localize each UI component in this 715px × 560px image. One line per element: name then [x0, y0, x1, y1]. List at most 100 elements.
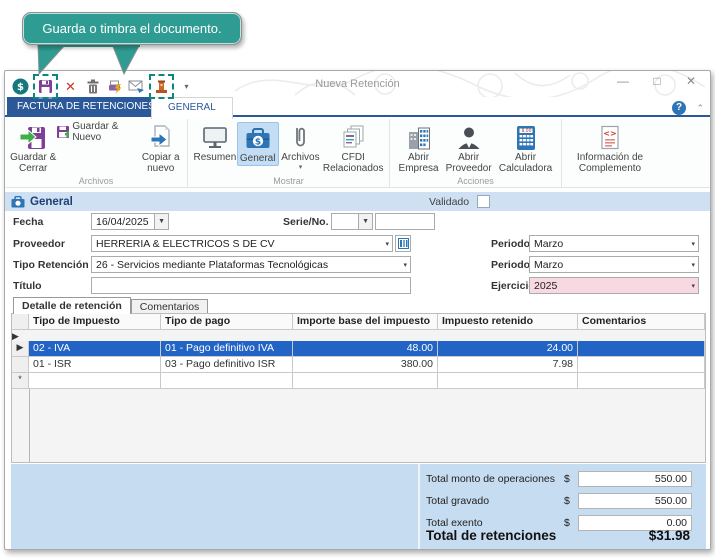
column-header-tipo-impuesto[interactable]: Tipo de Impuesto: [29, 314, 161, 330]
tooltip-text: Guarda o timbra el documento.: [42, 21, 221, 36]
ribbon: Guardar & Cerrar Guardar & Nuevo Copiar …: [5, 119, 710, 188]
titulo-input[interactable]: [91, 277, 411, 294]
ejercicio-combobox[interactable]: 2025 ▾: [529, 277, 699, 294]
validado-checkbox[interactable]: [477, 195, 490, 208]
abrir-proveedor-button[interactable]: Abrir Proveedor: [442, 122, 495, 175]
total-monto-label: Total monto de operaciones: [426, 473, 564, 485]
general-section-bar: General Validado: [5, 192, 710, 211]
ribbon-tab-bar: FACTURA DE RETENCIONES GENERAL ? ⌃: [5, 97, 710, 117]
tipo-retencion-dropdown-icon[interactable]: ▾: [400, 261, 410, 269]
titulo-label: Título: [13, 280, 42, 292]
periodo-final-combobox[interactable]: Marzo ▾: [529, 256, 699, 273]
archivos-button[interactable]: Archivos ▾: [279, 122, 323, 171]
stamp-highlight-box: [149, 74, 174, 99]
guardar-cerrar-button[interactable]: Guardar & Cerrar: [10, 122, 56, 175]
informacion-complemento-button[interactable]: <> Información de Complemento: [567, 122, 653, 175]
svg-text:$: $: [17, 82, 24, 93]
save-icon[interactable]: [36, 77, 55, 96]
group-label-acciones: Acciones: [390, 176, 561, 186]
save-new-icon: [56, 125, 69, 140]
column-header-tipo-pago[interactable]: Tipo de pago: [161, 314, 293, 330]
minimize-button[interactable]: —: [614, 74, 632, 88]
column-header-impuesto-retenido[interactable]: Impuesto retenido: [438, 314, 578, 330]
group-label-archivos: Archivos: [5, 176, 187, 186]
copy-new-icon: [148, 123, 174, 153]
ribbon-group-mostrar: Resumen $ General Archivos ▾: [188, 119, 390, 187]
paperclip-icon: [287, 123, 313, 153]
column-header-comentarios[interactable]: Comentarios: [578, 314, 705, 330]
total-monto-value[interactable]: 550.00: [578, 471, 692, 487]
briefcase-icon: $: [245, 124, 271, 154]
qat-overflow-icon[interactable]: ▾: [177, 77, 196, 96]
maximize-button[interactable]: □: [648, 74, 666, 88]
numero-input[interactable]: [375, 213, 435, 230]
person-icon: [456, 123, 482, 153]
monitor-icon: [202, 123, 228, 153]
abrir-calculadora-button[interactable]: 8,00 Abrir Calculadora: [495, 122, 556, 175]
grid-corner-cell: [12, 314, 29, 330]
serie-dropdown-icon[interactable]: ▼: [359, 218, 372, 225]
close-button[interactable]: ✕: [682, 74, 700, 88]
group-label-mostrar: Mostrar: [188, 176, 389, 186]
validado-label: Validado: [429, 196, 469, 208]
nueva-retencion-window: Nueva Retención — □ ✕ $ ✕: [4, 70, 711, 550]
proveedor-combobox[interactable]: HERRERIA & ELECTRICOS S DE CV ▾: [91, 235, 393, 252]
detail-tab-bar: Detalle de retención Comentarios: [13, 297, 208, 314]
save-highlight-box: [33, 74, 58, 99]
new-row-marker[interactable]: *: [12, 373, 29, 389]
print-timbrar-icon[interactable]: [105, 77, 124, 96]
general-button[interactable]: $ General: [237, 122, 279, 166]
stamp-document-icon[interactable]: [152, 77, 171, 96]
currency-symbol: $: [564, 473, 578, 485]
collapse-ribbon-icon[interactable]: ⌃: [696, 103, 704, 114]
cfdi-relacionados-button[interactable]: CFDI Relacionados: [322, 122, 384, 175]
proveedor-dropdown-icon[interactable]: ▾: [382, 240, 392, 248]
periodo-inicial-combobox[interactable]: Marzo ▾: [529, 235, 699, 252]
section-briefcase-icon: [11, 196, 25, 208]
serie-combobox[interactable]: ▼: [331, 213, 373, 230]
save-close-icon: [19, 123, 47, 153]
svg-text:$: $: [255, 138, 261, 148]
fecha-dropdown-icon[interactable]: ▼: [155, 218, 168, 225]
tooltip-tail-arrows: [20, 44, 180, 76]
building-icon: [406, 123, 432, 153]
svg-text:8,00: 8,00: [521, 128, 531, 134]
copiar-nuevo-button[interactable]: Copiar a nuevo: [139, 122, 182, 175]
ribbon-group-acciones: Abrir Empresa Abrir Proveedor 8,00: [390, 119, 562, 187]
total-retenciones-label: Total de retenciones: [426, 528, 556, 543]
browse-grid-icon: [398, 238, 409, 249]
complement-info-icon: <>: [598, 123, 622, 153]
tab-detalle-de-retencion[interactable]: Detalle de retención: [13, 297, 131, 314]
row-selector[interactable]: ▶: [12, 341, 29, 357]
abrir-empresa-button[interactable]: Abrir Empresa: [395, 122, 442, 175]
cancel-icon[interactable]: ✕: [61, 77, 80, 96]
calculator-icon: 8,00: [514, 123, 538, 153]
column-header-importe-base[interactable]: Importe base del impuesto: [293, 314, 438, 330]
proveedor-browse-button[interactable]: [395, 235, 411, 252]
archivos-dropdown-icon: ▾: [299, 164, 303, 171]
total-retenciones-value: $31.98: [649, 528, 692, 543]
tipo-retencion-combobox[interactable]: 26 - Servicios mediante Plataformas Tecn…: [91, 256, 411, 273]
tab-factura-de-retenciones[interactable]: FACTURA DE RETENCIONES: [7, 97, 165, 117]
help-icon[interactable]: ?: [672, 101, 686, 115]
svg-text:<>: <>: [603, 129, 616, 138]
send-email-icon[interactable]: [127, 77, 146, 96]
ejercicio-dropdown-icon[interactable]: ▾: [688, 282, 698, 290]
tab-general[interactable]: GENERAL: [151, 97, 233, 119]
fecha-combobox[interactable]: 16/04/2025 ▼: [91, 213, 169, 230]
delete-trash-icon[interactable]: [83, 77, 102, 96]
stacked-documents-icon: [340, 123, 366, 153]
retencion-grid: Tipo de Impuesto Tipo de pago Importe ba…: [11, 313, 706, 463]
total-gravado-label: Total gravado: [426, 495, 564, 507]
row-selector[interactable]: [12, 357, 29, 373]
tab-comentarios[interactable]: Comentarios: [131, 299, 209, 314]
resumen-button[interactable]: Resumen: [193, 122, 237, 164]
guardar-nuevo-button[interactable]: Guardar & Nuevo: [56, 122, 139, 142]
quick-access-toolbar: $ ✕: [11, 74, 196, 99]
tipo-retencion-label: Tipo Retención: [13, 259, 89, 271]
app-logo-icon[interactable]: $: [11, 77, 30, 96]
periodo-final-dropdown-icon[interactable]: ▾: [688, 261, 698, 269]
total-gravado-value[interactable]: 550.00: [578, 493, 692, 509]
ribbon-group-complemento: <> Información de Complemento: [562, 119, 658, 187]
periodo-inicial-dropdown-icon[interactable]: ▾: [688, 240, 698, 248]
